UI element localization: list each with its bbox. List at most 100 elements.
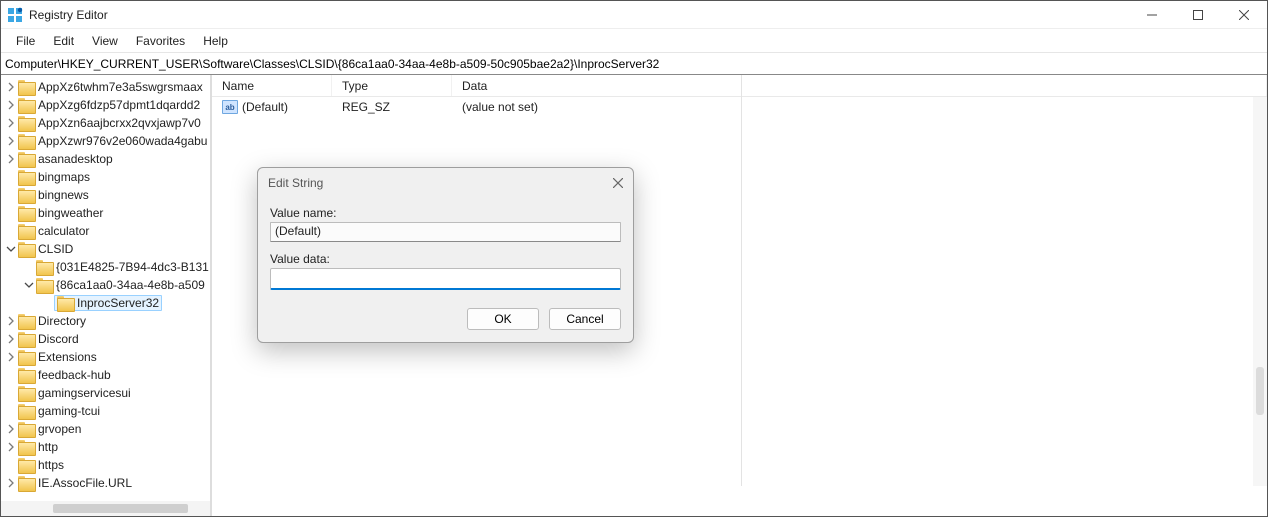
chevron-down-icon[interactable] [23,279,35,291]
tree-item-label: asanadesktop [38,152,113,166]
content-split: AppXz6twhm7e3a5swgrsmaax AppXzg6fdzp57dpm… [1,75,1267,516]
tree-item-gamingservicesui[interactable]: gamingservicesui [1,384,210,402]
tree-item-label: AppXzg6fdzp57dpmt1dqardd2 [38,98,200,112]
cell-name-text: (Default) [242,100,288,114]
scrollbar-thumb[interactable] [1256,367,1264,415]
folder-icon [18,440,34,454]
dialog-close-button[interactable] [607,172,629,194]
address-bar[interactable]: Computer\HKEY_CURRENT_USER\Software\Clas… [1,53,1267,75]
tree-item-directory[interactable]: Directory [1,312,210,330]
tree-item-ie-assocfile-url[interactable]: IE.AssocFile.URL [1,474,210,492]
folder-icon [18,386,34,400]
tree-item-content: InprocServer32 [54,295,162,311]
tree-pane: AppXz6twhm7e3a5swgrsmaax AppXzg6fdzp57dpm… [1,75,211,516]
folder-icon [18,188,34,202]
dialog-body: Value name: (Default) Value data: OK Can… [258,198,633,342]
menu-file[interactable]: File [7,31,44,51]
dialog-title: Edit String [258,168,633,198]
folder-icon [18,404,34,418]
titlebar: Registry Editor [1,1,1267,29]
tree-item-extensions[interactable]: Extensions [1,348,210,366]
tree-item-content: {031E4825-7B94-4dc3-B131 [36,260,209,274]
menu-favorites[interactable]: Favorites [127,31,194,51]
chevron-right-icon[interactable] [5,117,17,129]
folder-icon [18,80,34,94]
menu-help[interactable]: Help [194,31,237,51]
tree-item-clsid[interactable]: CLSID [1,240,210,258]
tree-item-content: gamingservicesui [18,386,131,400]
tree-item-appxzg6fdzp57dpmt1dqardd2[interactable]: AppXzg6fdzp57dpmt1dqardd2 [1,96,210,114]
tree-item-appxzwr976v2e060wada4gabu[interactable]: AppXzwr976v2e060wada4gabu [1,132,210,150]
tree-item-bingweather[interactable]: bingweather [1,204,210,222]
column-header-type[interactable]: Type [332,75,452,96]
value-name-field[interactable]: (Default) [270,222,621,242]
splitter-handle[interactable] [737,350,745,390]
tree-item-feedback-hub[interactable]: feedback-hub [1,366,210,384]
value-data-input[interactable] [270,268,621,290]
menu-view[interactable]: View [83,31,127,51]
tree-item-https[interactable]: https [1,456,210,474]
tree-item-bingnews[interactable]: bingnews [1,186,210,204]
tree-item-content: Discord [18,332,79,346]
tree-item-content: feedback-hub [18,368,111,382]
list-row[interactable]: ab (Default) REG_SZ (value not set) [212,97,1267,117]
chevron-right-icon[interactable] [5,477,17,489]
tree-item-content: http [18,440,58,454]
tree-item-label: CLSID [38,242,73,256]
chevron-right-icon[interactable] [5,135,17,147]
window-minimize-button[interactable] [1129,1,1175,29]
tree-item-86ca1aa0-34aa-4e8b-a509[interactable]: {86ca1aa0-34aa-4e8b-a509 [1,276,210,294]
chevron-right-icon[interactable] [5,441,17,453]
chevron-right-icon[interactable] [5,153,17,165]
column-header-name[interactable]: Name [212,75,332,96]
tree-horizontal-scrollbar[interactable] [1,501,210,516]
column-header-data[interactable]: Data [452,75,1267,96]
ok-button[interactable]: OK [467,308,539,330]
tree-item-gaming-tcui[interactable]: gaming-tcui [1,402,210,420]
folder-icon [18,98,34,112]
mid-splitter[interactable] [741,75,742,486]
tree-scroll[interactable]: AppXz6twhm7e3a5swgrsmaax AppXzg6fdzp57dpm… [1,78,210,516]
tree-item-calculator[interactable]: calculator [1,222,210,240]
chevron-right-icon[interactable] [5,99,17,111]
string-value-icon: ab [222,100,238,114]
tree-item-content: IE.AssocFile.URL [18,476,132,490]
tree-item-asanadesktop[interactable]: asanadesktop [1,150,210,168]
tree-item-031e4825-7b94-4dc3-b131[interactable]: {031E4825-7B94-4dc3-B131 [1,258,210,276]
window-maximize-button[interactable] [1175,1,1221,29]
chevron-right-icon[interactable] [5,423,17,435]
cell-data: (value not set) [452,100,1267,114]
scrollbar-thumb[interactable] [53,504,188,513]
tree-item-http[interactable]: http [1,438,210,456]
menubar: File Edit View Favorites Help [1,29,1267,53]
chevron-right-icon[interactable] [5,333,17,345]
folder-icon [18,116,34,130]
window-title: Registry Editor [29,8,1129,22]
chevron-right-icon[interactable] [5,315,17,327]
folder-icon [36,278,52,292]
tree-item-discord[interactable]: Discord [1,330,210,348]
tree-item-label: AppXzn6aajbcrxx2qvxjawp7v0 [38,116,201,130]
value-name-label: Value name: [270,206,621,220]
window-close-button[interactable] [1221,1,1267,29]
tree-item-appxz6twhm7e3a5swgrsmaax[interactable]: AppXz6twhm7e3a5swgrsmaax [1,78,210,96]
tree-item-bingmaps[interactable]: bingmaps [1,168,210,186]
tree-item-label: bingnews [38,188,89,202]
tree-item-inprocserver32[interactable]: InprocServer32 [1,294,210,312]
tree-item-label: bingmaps [38,170,90,184]
tree-item-label: {86ca1aa0-34aa-4e8b-a509 [56,278,205,292]
tree-item-appxzn6aajbcrxx2qvxjawp7v0[interactable]: AppXzn6aajbcrxx2qvxjawp7v0 [1,114,210,132]
chevron-down-icon[interactable] [5,243,17,255]
list-vertical-scrollbar[interactable] [1253,97,1267,486]
tree-item-content: AppXzg6fdzp57dpmt1dqardd2 [18,98,200,112]
menu-edit[interactable]: Edit [44,31,83,51]
chevron-right-icon[interactable] [5,81,17,93]
cancel-button[interactable]: Cancel [549,308,621,330]
edit-string-dialog: Edit String Value name: (Default) Value … [257,167,634,343]
tree-item-grvopen[interactable]: grvopen [1,420,210,438]
folder-icon [18,350,34,364]
tree-item-content: {86ca1aa0-34aa-4e8b-a509 [36,278,205,292]
value-data-label: Value data: [270,252,621,266]
tree-item-content: https [18,458,64,472]
chevron-right-icon[interactable] [5,351,17,363]
